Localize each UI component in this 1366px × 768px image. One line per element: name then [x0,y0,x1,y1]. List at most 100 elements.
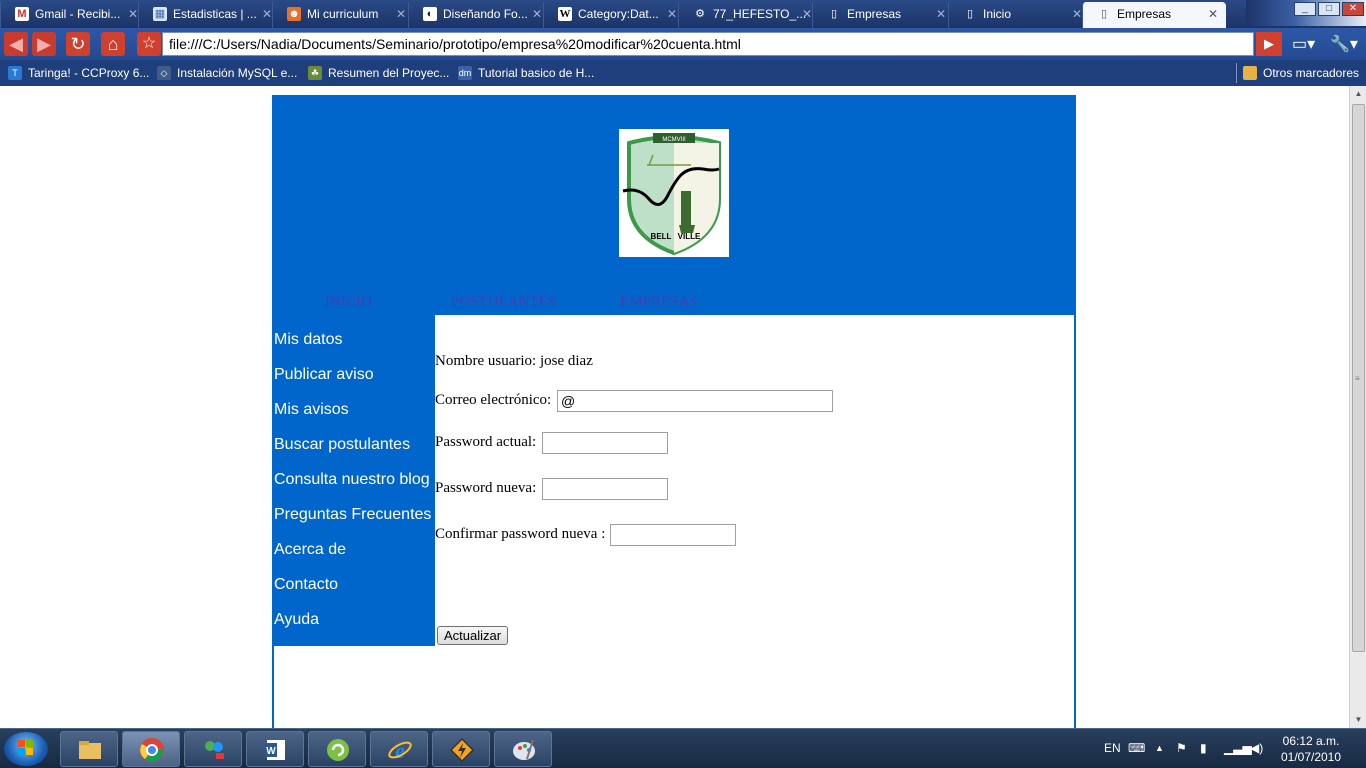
svg-text:e: e [395,738,405,763]
taskbar-refresh-app[interactable] [308,731,366,767]
bookmark-resumen[interactable]: ☘ Resumen del Proyec... [308,64,449,82]
toolbar: ◀ ▶ ↻ ⌂ ☆ file:///C:/Users/Nadia/Documen… [0,28,1366,60]
tab-hefesto[interactable]: ⚙ 77_HEFESTO_... ✕ [678,2,820,28]
email-label: Correo electrónico: [435,392,552,408]
maximize-icon[interactable]: □ [1318,2,1340,16]
reload-icon[interactable]: ↻ [66,32,90,56]
sidebar-item-publicar-aviso[interactable]: Publicar aviso [274,366,374,384]
keyboard-icon[interactable]: ⌨ [1128,741,1145,755]
flag-icon[interactable]: ⚑ [1176,741,1187,755]
tab-title: Mi curriculum [307,7,379,21]
home-icon[interactable]: ⌂ [101,32,125,56]
document-icon: ⚙ [695,8,705,20]
actualizar-button[interactable]: Actualizar [437,626,509,645]
forward-icon[interactable]: ▶ [32,32,56,56]
tab-empresas-active[interactable]: ▯ Empresas ✕ [1082,2,1226,28]
taskbar-explorer[interactable] [60,731,118,767]
mysql-icon: ◇ [157,66,171,80]
sidebar-item-blog[interactable]: Consulta nuestro blog [274,471,430,489]
volume-icon[interactable]: ◀) [1250,741,1263,755]
close-icon[interactable]: ✕ [936,2,946,26]
other-bookmarks[interactable]: Otros marcadores [1243,64,1359,82]
windows-logo-icon [18,740,34,756]
crest-text-right: VILLE [678,232,701,241]
tab-inicio[interactable]: ▯ Inicio ✕ [948,2,1090,28]
site-icon: ◐ [423,7,437,21]
word-icon: W [265,740,285,760]
go-icon[interactable]: ▶ [1256,32,1282,56]
tab-empresas[interactable]: ▯ Empresas ✕ [812,2,954,28]
taskbar-word[interactable]: W [246,731,304,767]
folder-icon [1243,66,1257,80]
svg-text:W: W [266,746,276,757]
taskbar-messenger[interactable] [184,731,242,767]
bookmark-star-icon[interactable]: ☆ [137,32,161,56]
tab-category[interactable]: W Category:Dat... ✕ [543,2,685,28]
close-icon[interactable]: ✕ [262,2,272,26]
close-icon[interactable]: ✕ [667,2,677,26]
scroll-down-icon[interactable]: ▼ [1350,712,1366,728]
close-icon[interactable]: ✕ [128,2,138,26]
username-row: Nombre usuario: jose diaz [435,353,593,370]
tab-disenando[interactable]: ◐ Diseñando Fo... ✕ [408,2,550,28]
sidebar-item-faq[interactable]: Preguntas Frecuentes [274,506,431,524]
page-viewport: MCMVIII BELL VILLE INICIO POSTULANTES EM… [0,86,1349,728]
bell-ville-crest: MCMVIII BELL VILLE [619,129,729,257]
sidebar-item-mis-datos[interactable]: Mis datos [274,331,342,349]
language-indicator[interactable]: EN [1104,741,1121,755]
network-icon[interactable]: ▁▃▅ [1224,741,1252,755]
taskbar-winamp[interactable] [432,731,490,767]
tab-title: Empresas [847,7,902,21]
bookmark-label: Taringa! - CCProxy 6... [28,66,150,80]
nav-empresas[interactable]: EMPRESAS [620,294,698,311]
page-scrollbar[interactable]: ▲ ≡ ▼ [1349,86,1366,728]
close-icon[interactable]: ✕ [1208,2,1218,26]
tab-gmail[interactable]: M Gmail - Recibi... ✕ [0,2,146,28]
close-icon[interactable]: ✕ [396,2,406,26]
crest-banner: MCMVIII [662,137,686,143]
bookmark-label: Instalación MySQL e... [177,66,298,80]
dm-icon: dm [458,66,472,80]
power-icon[interactable]: ▮ [1200,741,1207,755]
sidebar-item-contacto[interactable]: Contacto [274,576,338,594]
tray-expand-icon[interactable]: ▲ [1155,743,1164,753]
scroll-thumb[interactable]: ≡ [1352,104,1365,652]
taskbar-paint[interactable] [494,731,552,767]
tab-title: Category:Dat... [578,7,659,21]
nav-inicio[interactable]: INICIO [325,294,372,311]
confirm-password-field[interactable] [610,524,736,546]
tab-estadisticas[interactable]: ▦ Estadisticas | ... ✕ [138,2,280,28]
system-clock[interactable]: 06:12 a.m. 01/07/2010 [1276,733,1346,765]
tab-curriculum[interactable]: ☻ Mi curriculum ✕ [272,2,414,28]
page-menu-icon[interactable]: ▭▾ [1292,34,1315,54]
minimize-icon[interactable]: _ [1294,2,1316,16]
email-field[interactable] [557,390,833,412]
gmail-icon: M [15,7,29,21]
confirm-password-row: Confirmar password nueva : [435,524,736,546]
page-icon: ▯ [830,8,838,20]
bookmark-mysql[interactable]: ◇ Instalación MySQL e... [157,64,297,82]
crest-text-left: BELL [651,232,672,241]
taskbar-chrome[interactable] [122,731,180,767]
chrome-icon [140,738,164,762]
current-password-field[interactable] [542,432,668,454]
start-button[interactable] [4,732,48,766]
scroll-up-icon[interactable]: ▲ [1350,86,1366,102]
taskbar-ie[interactable]: e [370,731,428,767]
close-icon[interactable]: ✕ [802,2,812,26]
bookmark-tutorial[interactable]: dm Tutorial basico de H... [458,64,594,82]
bookmark-taringa[interactable]: T Taringa! - CCProxy 6... [8,64,149,82]
address-bar[interactable]: file:///C:/Users/Nadia/Documents/Seminar… [162,32,1254,56]
sidebar-item-ayuda[interactable]: Ayuda [274,611,319,629]
close-window-icon[interactable]: ✕ [1342,2,1364,16]
new-password-field[interactable] [542,478,668,500]
nav-postulantes[interactable]: POSTULANTES [451,294,556,311]
sidebar-item-acerca-de[interactable]: Acerca de [274,541,346,559]
close-icon[interactable]: ✕ [532,2,542,26]
close-icon[interactable]: ✕ [1072,2,1082,26]
wikipedia-icon: W [558,7,572,21]
back-icon[interactable]: ◀ [4,32,28,56]
wrench-icon[interactable]: 🔧▾ [1330,34,1358,54]
sidebar-item-buscar-postulantes[interactable]: Buscar postulantes [274,436,410,454]
sidebar-item-mis-avisos[interactable]: Mis avisos [274,401,349,419]
